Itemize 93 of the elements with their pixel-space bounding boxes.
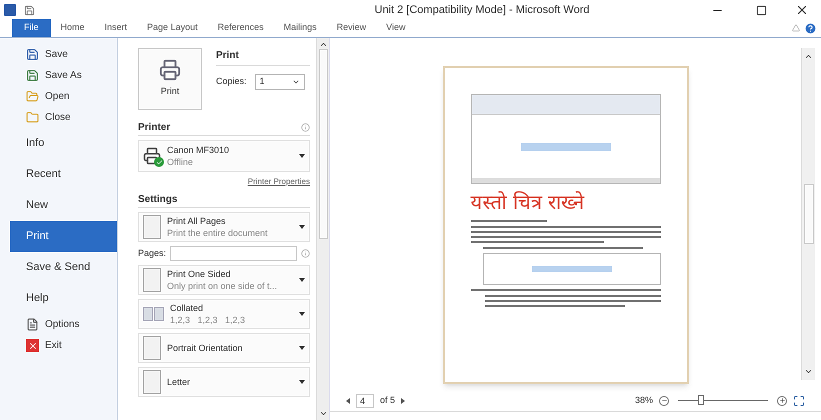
copies-spinner[interactable]: 1 — [254, 74, 305, 90]
scroll-up-icon[interactable] — [804, 52, 813, 61]
option-title: Print All Pages — [167, 215, 227, 227]
ribbon-tab[interactable]: Mailings — [274, 19, 327, 37]
menu-item[interactable]: New — [10, 190, 117, 221]
printer-status: Offline — [167, 156, 194, 168]
section-heading: Print — [216, 48, 310, 66]
option-title: Letter — [167, 376, 192, 388]
field-label: Copies: — [216, 75, 247, 88]
previous-page-icon[interactable] — [346, 398, 350, 404]
menu-item[interactable]: Save — [10, 44, 117, 65]
scroll-thumb[interactable] — [804, 184, 814, 244]
menu-item[interactable]: Open — [10, 86, 117, 107]
window-title: Unit 2 [Compatibility Mode] - Microsoft Word — [374, 2, 590, 18]
page-icon — [143, 370, 161, 394]
option-description: 1,2,3 1,2,3 1,2,3 — [170, 314, 246, 326]
ribbon-tab[interactable]: File — [12, 19, 51, 37]
menu-item[interactable]: Close — [10, 107, 117, 128]
scroll-thumb[interactable] — [318, 49, 328, 239]
plus-icon — [778, 397, 786, 404]
ribbon-tab[interactable]: Review — [326, 19, 376, 37]
zoom-slider[interactable] — [675, 396, 771, 406]
field-label: Pages: — [138, 246, 166, 260]
dropdown-arrow-icon — [299, 346, 305, 350]
page-icon — [143, 336, 161, 360]
ribbon-tab[interactable]: Insert — [94, 19, 138, 37]
dropdown-arrow-icon — [299, 278, 305, 282]
section-heading: Printer — [138, 121, 170, 135]
option-description: Print the entire document — [167, 227, 269, 239]
ribbon-tab[interactable]: References — [208, 19, 274, 37]
zoom-in-button[interactable] — [777, 396, 787, 406]
scroll-down-icon[interactable] — [804, 367, 813, 376]
pages-field[interactable] — [170, 246, 297, 261]
dropdown-arrow-icon — [299, 312, 305, 316]
menu-item[interactable]: Recent — [10, 159, 117, 190]
dropdown-arrow-icon — [299, 225, 305, 229]
scrollbar[interactable] — [316, 38, 329, 420]
printer-name: Canon MF3010 — [167, 144, 230, 156]
save-icon[interactable] — [24, 4, 35, 16]
close-button[interactable] — [795, 3, 809, 17]
next-page-icon[interactable] — [401, 398, 406, 404]
section-heading: Settings — [138, 192, 310, 208]
save-as-icon — [26, 69, 39, 82]
page-number-field[interactable]: 4 — [356, 394, 374, 408]
ribbon-tab[interactable]: Home — [50, 19, 95, 37]
fit-page-icon[interactable] — [793, 394, 805, 406]
option-title: Print One Sided — [167, 268, 232, 280]
menu-item[interactable]: Options — [10, 314, 117, 335]
option-title: Portrait Orientation — [167, 342, 244, 354]
printer-icon — [143, 147, 161, 165]
ribbon-tab[interactable]: View — [376, 19, 416, 37]
ribbon-tab[interactable]: Page Layout — [137, 19, 208, 37]
pages-icon — [143, 215, 161, 239]
option-description: Only print on one side of t... — [167, 280, 278, 292]
page-icon — [143, 268, 161, 292]
zoom-out-button[interactable] — [659, 396, 669, 406]
app-logo-icon — [4, 4, 16, 16]
help-icon[interactable] — [804, 22, 817, 35]
dropdown-arrow-icon — [299, 154, 305, 158]
settings-dropdown[interactable]: Print One Sided Only print on one side of t... — [138, 265, 310, 295]
settings-dropdown[interactable]: Collated 1,2,3 1,2,3 1,2,3 — [138, 299, 310, 329]
info-icon[interactable] — [301, 123, 310, 132]
info-icon[interactable] — [301, 249, 310, 258]
settings-dropdown[interactable]: Print All Pages Print the entire document — [138, 212, 310, 242]
save-icon — [26, 48, 39, 61]
folder-icon — [26, 111, 39, 124]
scroll-down-icon[interactable] — [318, 409, 328, 418]
close-icon — [26, 339, 39, 352]
settings-dropdown[interactable]: Letter — [138, 367, 310, 397]
printer-icon — [159, 59, 181, 82]
collapse-ribbon-icon[interactable] — [792, 24, 800, 32]
page-count: of 5 — [380, 394, 396, 407]
menu-item[interactable]: Save As — [10, 65, 117, 86]
menu-item[interactable]: Print — [10, 221, 117, 252]
menu-item[interactable]: Save & Send — [10, 252, 117, 283]
document-heading: यस्तो चित्र राख्ने — [470, 190, 586, 214]
option-title: Collated — [170, 302, 204, 314]
menu-item[interactable]: Exit — [10, 335, 117, 356]
printer-properties-link[interactable]: Printer Properties — [248, 176, 310, 188]
dropdown-arrow-icon — [299, 380, 305, 384]
pages-icon — [143, 307, 164, 321]
print-button[interactable]: Print — [138, 48, 202, 110]
folder-icon — [26, 90, 39, 103]
zoom-percentage: 38% — [634, 394, 653, 407]
minus-icon — [660, 397, 668, 404]
maximize-button[interactable] — [756, 4, 767, 16]
scroll-up-icon[interactable] — [318, 40, 328, 49]
printer-dropdown[interactable]: Canon MF3010 Offline — [138, 140, 310, 172]
menu-item[interactable]: Help — [10, 283, 117, 314]
settings-dropdown[interactable]: Portrait Orientation — [138, 333, 310, 363]
menu-item[interactable]: Info — [10, 128, 117, 159]
document-icon — [26, 318, 39, 331]
scrollbar[interactable] — [801, 48, 815, 380]
